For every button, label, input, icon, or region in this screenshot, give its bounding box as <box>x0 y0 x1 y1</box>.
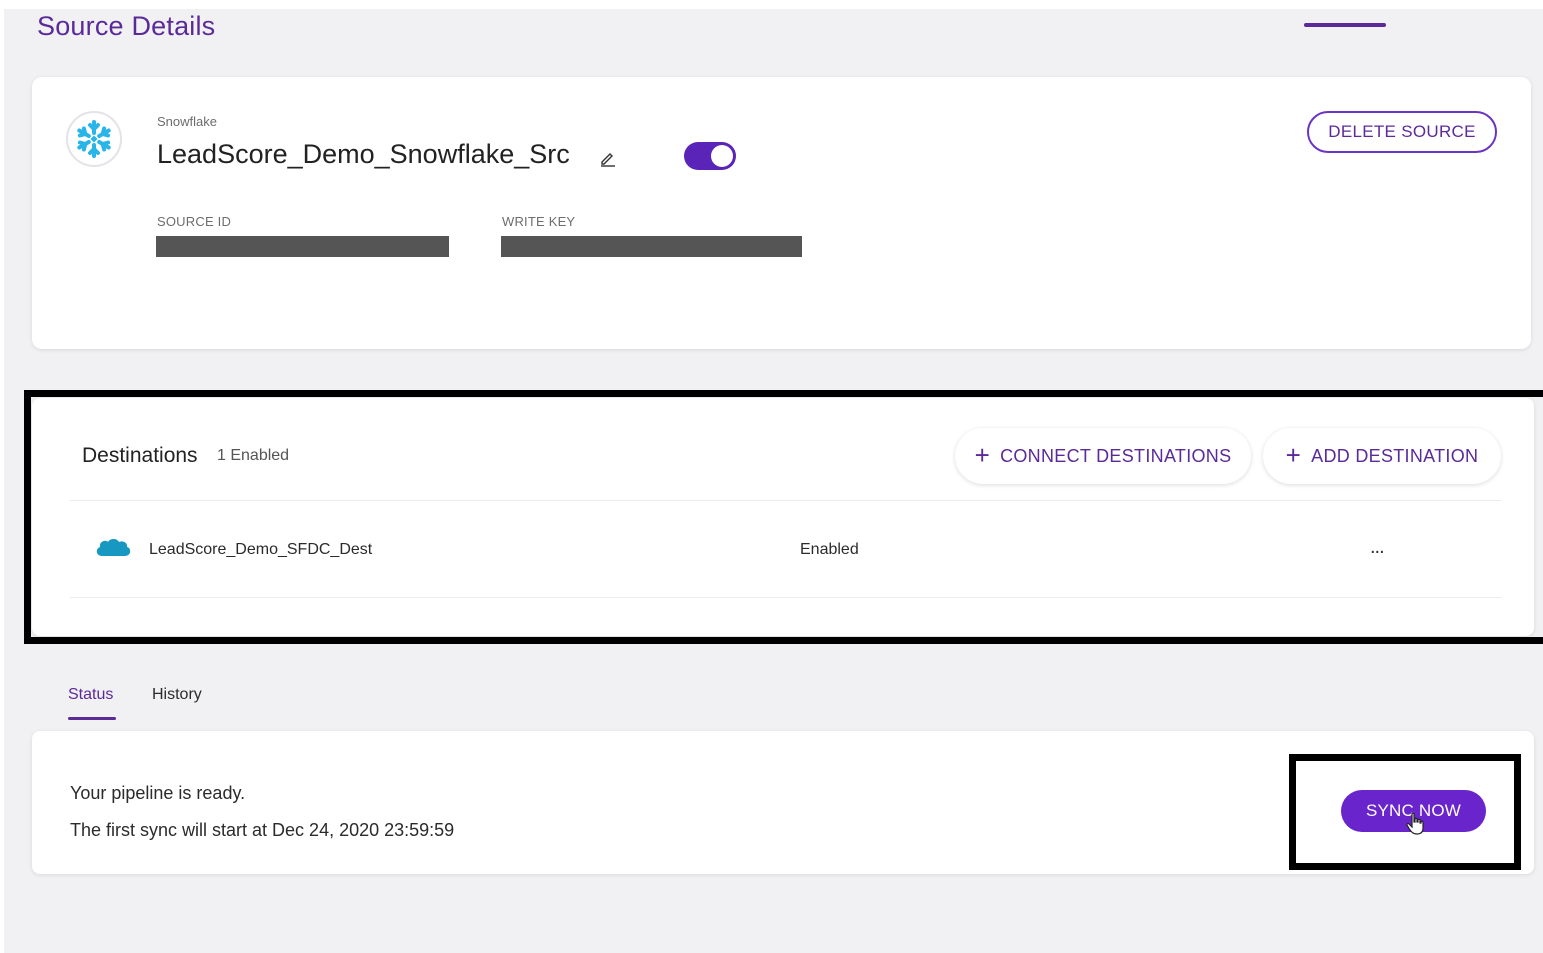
first-sync-text: The first sync will start at Dec 24, 202… <box>70 820 455 840</box>
active-nav-indicator <box>1304 23 1386 27</box>
source-id-value-redacted <box>156 236 449 257</box>
source-type-label: Snowflake <box>157 114 217 129</box>
active-tab-indicator <box>68 717 116 720</box>
snowflake-icon <box>66 111 122 167</box>
source-id-label: SOURCE ID <box>157 214 232 229</box>
toggle-knob <box>711 145 733 167</box>
delete-source-button[interactable]: DELETE SOURCE <box>1307 111 1497 153</box>
write-key-label: WRITE KEY <box>502 214 576 229</box>
write-key-value-redacted <box>501 236 802 257</box>
highlight-frame-destinations <box>24 390 1543 644</box>
source-card: Snowflake LeadScore_Demo_Snowflake_Src S… <box>32 77 1531 349</box>
source-name: LeadScore_Demo_Snowflake_Src <box>157 139 570 169</box>
tab-history[interactable]: History <box>152 686 202 704</box>
pipeline-status-text: Your pipeline is ready. <box>70 783 246 803</box>
hand-cursor-icon <box>1406 812 1424 835</box>
tab-status[interactable]: Status <box>68 686 113 704</box>
pencil-icon[interactable] <box>599 149 617 167</box>
source-enable-toggle[interactable] <box>684 142 736 170</box>
page-title: Source Details <box>37 11 216 41</box>
